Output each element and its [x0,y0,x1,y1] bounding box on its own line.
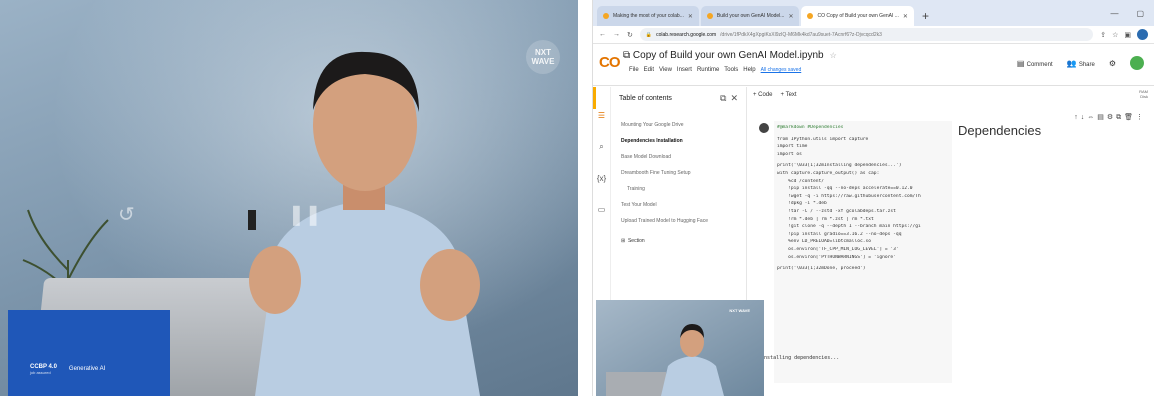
toc-add-section[interactable]: ⊞ Section [621,233,746,249]
code-line: os.environ['TF_CPP_MIN_LOG_LEVEL'] = '3' [777,246,899,252]
code-line: !wget -q -i https://raw.githubuserconten… [777,193,921,199]
brand-badge: NXT WAVE [526,40,560,74]
add-code-button[interactable]: + Code [753,92,773,98]
code-line: os.environ['PYTHONWARNINGS'] = 'ignore' [777,254,896,260]
code-line: print('\033[1;32mDone, proceed') [777,266,866,272]
reload-icon[interactable]: ↻ [627,31,633,39]
toc-item-dreambooth[interactable]: Dreambooth Fine Tuning Setup [621,165,746,181]
course-banner: CCBP 4.0 job assured Generative AI [8,310,170,396]
menu-bar: File Edit View Insert Runtime Tools Help… [629,67,801,73]
code-line: import os [777,151,802,157]
browser-tab-1[interactable]: Build your own GenAI Model... ✕ [700,6,800,26]
tab-bar: Making the most of your colab... ✕ Build … [593,0,1154,26]
ram-disk-indicator[interactable]: RAM Disk [1139,89,1148,99]
markdown-heading: Dependencies [958,123,1042,138]
extensions-icon[interactable]: ▣ [1124,31,1131,39]
browser-tab-2[interactable]: CO Copy of Build your own GenAI ... ✕ [801,6,914,26]
menu-file[interactable]: File [629,67,639,73]
course-label: Generative AI [68,366,106,372]
brand-badge: NXT WAVE [729,308,750,313]
menu-view[interactable]: View [659,67,672,73]
code-line: !pip install gradio==3.16.2 --no-deps -q… [777,231,902,237]
rewind-icon[interactable]: ↺ [118,202,135,227]
code-line: with capture.capture_output() as cap: [777,170,880,176]
address-bar: ← → ↻ 🔒 colab.research.google.com/drive/… [593,26,1154,44]
variables-icon[interactable]: {x} [597,174,606,183]
profile-avatar[interactable] [1137,29,1148,40]
files-icon[interactable]: ▭ [598,205,606,214]
browser-tab-0[interactable]: Making the most of your colab... ✕ [597,6,699,26]
toc-item-mounting-drive[interactable]: Mounting Your Google Drive [621,117,746,133]
program-label: CCBP 4.0 job assured [30,363,57,375]
code-line: %env LD_PRELOAD=libtcmalloc.so [777,239,872,245]
run-cell-button[interactable] [759,123,769,133]
save-status[interactable]: All changes saved [761,67,802,73]
menu-tools[interactable]: Tools [724,67,738,73]
toc-item-base-model[interactable]: Base Model Download [621,149,746,165]
tab-favicon-icon [706,13,713,19]
back-icon[interactable]: ← [599,31,606,38]
toc-icon[interactable]: ☰ [598,111,605,120]
code-line: from IPython.utils import capture [777,136,869,142]
lock-icon: 🔒 [645,31,653,38]
code-line: print('\033[1;32mInstalling dependencies… [777,163,902,169]
code-cell[interactable]: #@markdown #Dependencies from IPython.ut… [774,121,952,383]
close-icon[interactable]: ✕ [903,13,908,20]
settings-gear-icon[interactable]: ⚙ [1109,59,1116,68]
notebook-title[interactable]: ⧉ Copy of Build your own GenAI Model.ipy… [623,50,837,61]
bookmark-star-icon[interactable]: ☆ [1112,31,1118,39]
toc-item-training[interactable]: Training [621,181,746,197]
toc-item-dependencies[interactable]: Dependencies Installation [621,133,746,149]
picture-in-picture-video[interactable]: NXT WAVE [596,300,764,396]
colab-header: CO ⧉ Copy of Build your own GenAI Model.… [593,44,1154,86]
menu-insert[interactable]: Insert [677,67,692,73]
code-line: !pip install -qq --no-deps accelerate==0… [777,186,913,192]
add-text-button[interactable]: + Text [781,92,797,98]
code-line: !dpkg -i *.deb [777,201,827,207]
minimize-icon[interactable]: — [1110,9,1118,18]
code-line: import time [777,144,808,150]
menu-runtime[interactable]: Runtime [697,67,719,73]
user-avatar[interactable] [1130,56,1144,70]
comment-icon: ▤ [1016,58,1027,68]
people-icon: 👥 [1066,58,1079,68]
maximize-icon[interactable]: ▢ [1136,9,1144,18]
cell-output: → Installing dependencies... [755,355,839,361]
code-line: !tar -C / --zstd -xf gcolabdeps.tar.zst [777,208,896,214]
menu-help[interactable]: Help [743,67,755,73]
toc-item-upload[interactable]: Upload Trained Model to Hugging Face [621,213,746,229]
close-icon[interactable]: ✕ [688,13,693,20]
pause-icon[interactable]: ❚❚ [288,202,322,227]
instructor-thumbnail [606,324,724,396]
share-page-icon[interactable]: ⇪ [1100,31,1106,39]
search-icon[interactable]: ⌕ [599,142,603,152]
tab-favicon-icon [807,13,814,19]
cell-toolbar[interactable]: ↑↓⇔▤⚙⧉🗑⋮ [1074,113,1146,122]
close-icon[interactable]: ✕ [788,13,793,20]
drive-icon: ⧉ [623,50,633,61]
code-line: !rm *.deb | rm *.zst | rm *.txt [777,216,874,222]
tab-favicon-icon [603,13,609,19]
new-tab-icon[interactable]: + [916,9,935,26]
url-field[interactable]: 🔒 colab.research.google.com/drive/1fPdkX… [639,28,1094,41]
star-icon[interactable]: ☆ [830,51,837,60]
new-window-icon[interactable]: ⧉ [720,93,726,104]
toc-item-test-model[interactable]: Test Your Model [621,197,746,213]
forward-icon[interactable]: → [613,31,620,38]
share-button[interactable]: 👥 Share [1067,59,1095,68]
menu-edit[interactable]: Edit [644,67,654,73]
notebook-main: + Code + Text RAM Disk ↑↓⇔▤⚙⧉🗑⋮ #@markdow… [747,87,1154,396]
close-icon[interactable]: ✕ [730,93,738,104]
instructor [248,51,480,396]
toc-header: Table of contents ⧉ ✕ [593,87,746,109]
instructor-video: ↺ ❚❚ NXT WAVE CCBP 4.0 job assured Genera… [0,0,578,396]
code-line: !git clone -q --depth 1 --branch main ht… [777,224,921,230]
colab-logo[interactable]: CO [599,54,620,71]
comment-button[interactable]: ▤ Comment [1017,59,1053,68]
section-icon: ⊞ [621,238,628,244]
code-line: %cd /content/ [777,178,825,184]
code-line: #@markdown #Dependencies [777,125,844,130]
